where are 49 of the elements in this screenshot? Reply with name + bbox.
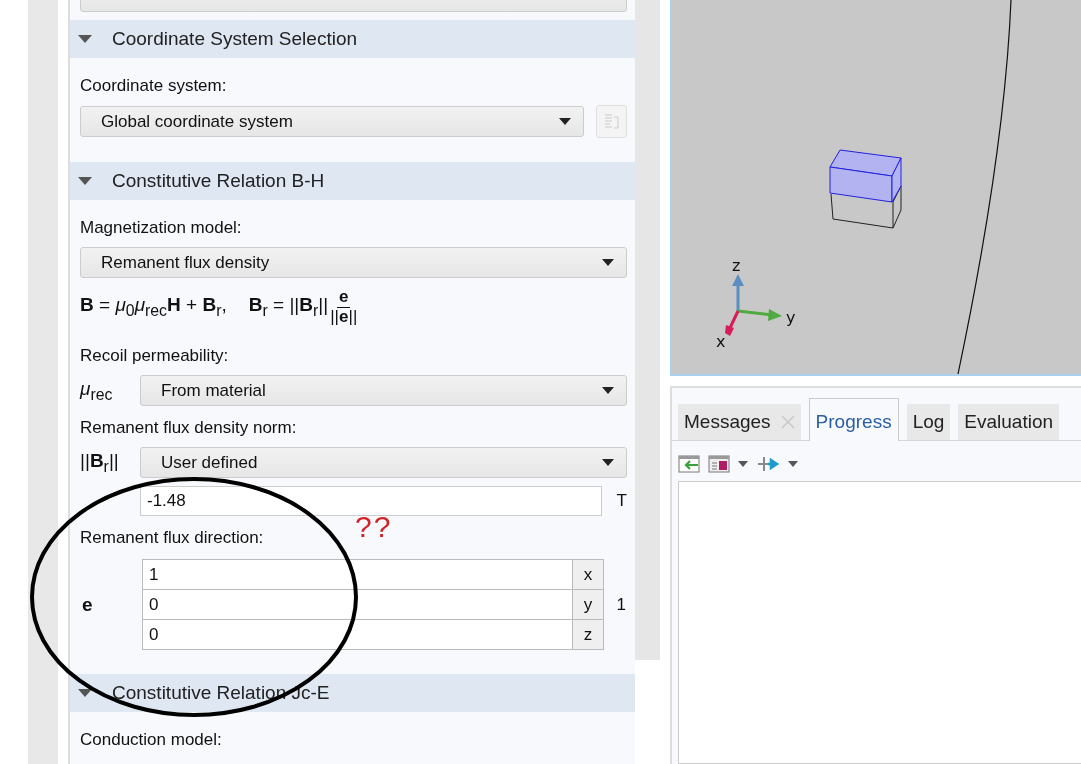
unit-label: T (615, 491, 627, 512)
dropdown[interactable]: Global coordinate system (80, 106, 584, 137)
field-label: Remanent flux direction: (80, 528, 264, 549)
axis-label: z (732, 256, 741, 275)
dropdown[interactable]: Remanent flux density (80, 247, 627, 278)
caret-icon (602, 387, 614, 395)
arrow-right-icon[interactable] (756, 455, 780, 473)
caret-icon[interactable] (788, 461, 798, 467)
equation: B = μ$_{0}$μ$_{rec}$H + B$_{r}$, (80, 294, 227, 321)
dropdown[interactable]: From material (140, 375, 627, 407)
section-title: Coordinate System Selection (112, 28, 357, 50)
field-label: Conduction model: (80, 730, 222, 751)
panel-tab[interactable]: Progress (808, 398, 899, 441)
axis-label: x (716, 332, 726, 351)
axis-label: z (573, 620, 603, 650)
field-label: Recoil permeability: (80, 346, 229, 367)
caret-icon (602, 259, 614, 266)
panel-tab[interactable]: Log (906, 404, 951, 440)
field-label: Remanent flux density norm: (80, 418, 297, 439)
input-field[interactable]: 1 (143, 560, 573, 590)
caret-icon (559, 118, 571, 125)
equation: B$_{r}$ = ||B$_{r}$|| (248, 294, 329, 321)
section-title: Constitutive Relation B-H (112, 170, 325, 192)
axis-label: y (786, 308, 796, 327)
graphics-window[interactable]: z y x (670, 0, 1081, 376)
input-field[interactable]: -1.48 (140, 486, 602, 517)
unit-label: 1 (615, 594, 626, 615)
section-header[interactable]: Constitutive Relation B-H (70, 162, 635, 200)
panel-tab[interactable]: Messages (678, 404, 801, 440)
section-header[interactable]: Coordinate System Selection (70, 20, 635, 58)
caret-icon (602, 459, 614, 467)
fraction-numerator: e (337, 288, 351, 308)
field-label: Coordinate system: (80, 76, 227, 96)
symbol: μ$_{rec}$ (80, 377, 114, 404)
dropdown[interactable]: User defined (140, 447, 627, 479)
input-field[interactable]: 0 (143, 620, 573, 650)
list-icon (602, 111, 621, 132)
field-label: Magnetization model: (80, 218, 242, 238)
symbol: e (81, 593, 94, 616)
axis-label: x (573, 560, 603, 590)
symbol: ||B$_{r}$|| (80, 449, 120, 476)
panel-icon[interactable] (708, 455, 730, 473)
caret-icon[interactable] (738, 461, 748, 467)
axis-label: y (573, 590, 603, 620)
fraction-denominator: ||e|| (330, 307, 358, 327)
move-left-icon[interactable] (678, 455, 700, 473)
input-field[interactable]: 0 (143, 590, 573, 620)
axis-triad-drawing (725, 274, 782, 336)
panel-tab[interactable]: Evaluation (958, 404, 1060, 440)
